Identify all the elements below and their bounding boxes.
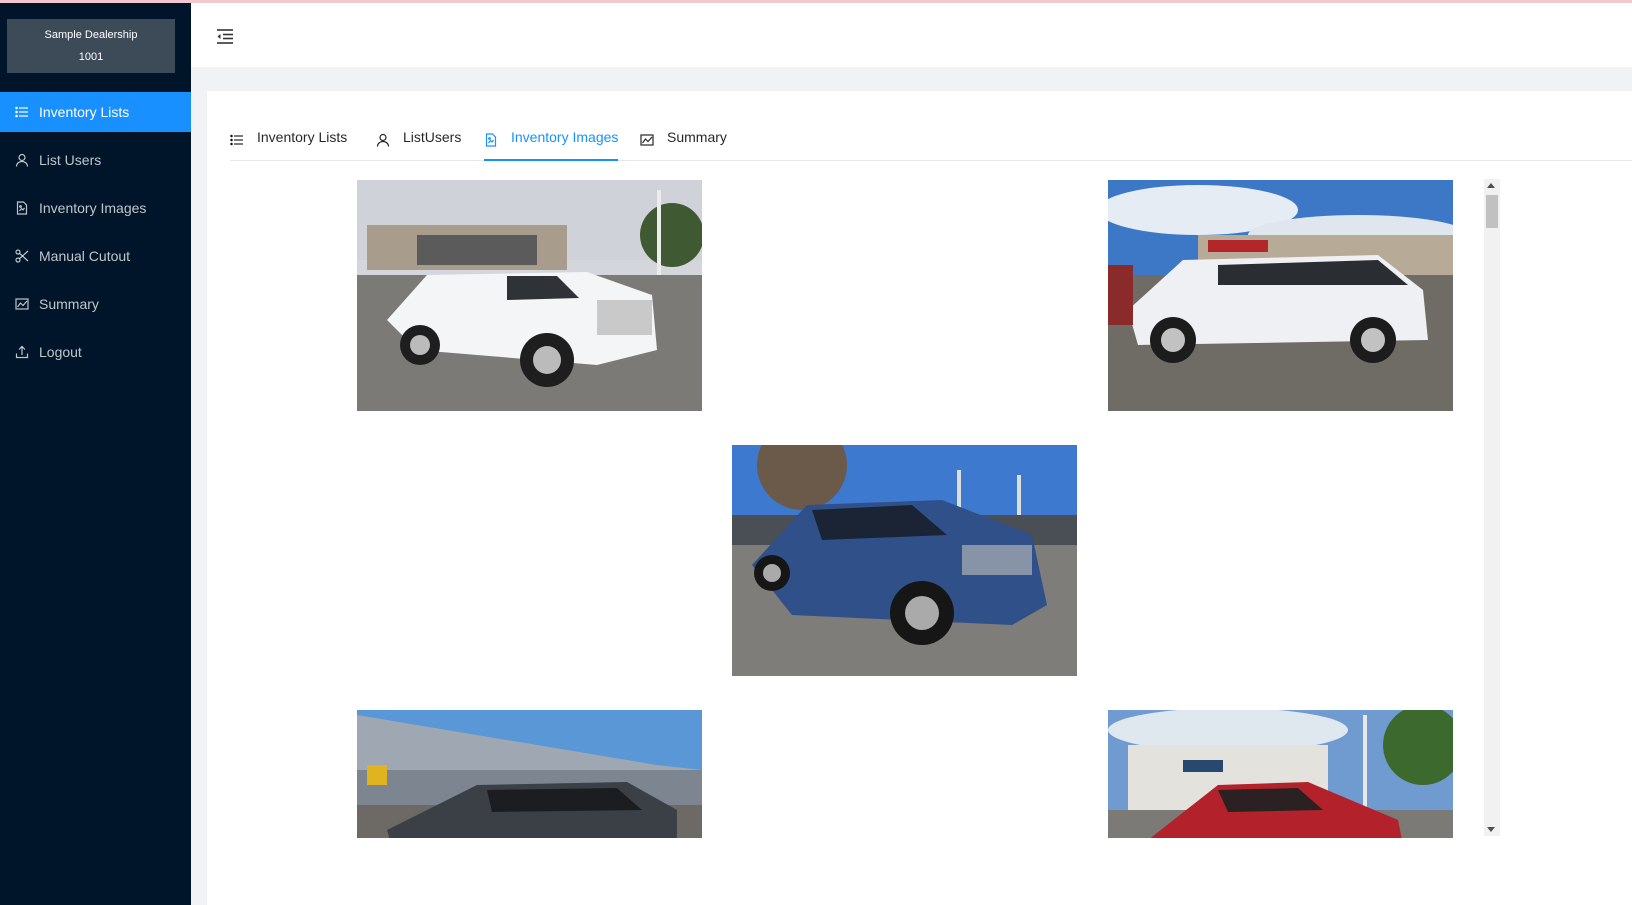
user-icon bbox=[376, 133, 390, 147]
scissor-icon bbox=[15, 249, 29, 263]
sidebar-item-label: Summary bbox=[39, 296, 99, 312]
tab-inventory-images[interactable]: Inventory Images bbox=[484, 129, 619, 161]
menu-fold-icon[interactable] bbox=[215, 27, 235, 45]
inventory-image[interactable] bbox=[732, 445, 1077, 676]
inventory-image[interactable] bbox=[1108, 710, 1453, 838]
tab-label: Inventory Images bbox=[511, 129, 619, 145]
sidebar-menu: Inventory Lists List Users Inventory Ima… bbox=[0, 92, 191, 380]
app-header bbox=[191, 3, 1632, 67]
logout-icon bbox=[15, 345, 29, 359]
sidebar-item-label: List Users bbox=[39, 152, 102, 168]
top-accent-line bbox=[0, 0, 1632, 3]
line-chart-icon bbox=[15, 297, 29, 311]
line-chart-icon bbox=[640, 133, 654, 147]
tab-bar: Inventory Lists ListUsers Inventory Imag… bbox=[230, 129, 1632, 161]
sidebar-item-label: Inventory Images bbox=[39, 200, 147, 216]
scroll-down-arrow-icon[interactable] bbox=[1487, 827, 1495, 832]
scroll-thumb[interactable] bbox=[1486, 195, 1498, 228]
sidebar-item-label: Logout bbox=[39, 344, 82, 360]
sidebar-item-logout[interactable]: Logout bbox=[0, 332, 191, 372]
file-image-icon bbox=[15, 201, 29, 215]
dealership-badge: Sample Dealership 1001 bbox=[7, 19, 175, 73]
user-icon bbox=[15, 153, 29, 167]
tab-label: Summary bbox=[667, 129, 727, 145]
list-icon bbox=[230, 133, 244, 147]
sidebar-item-list-users[interactable]: List Users bbox=[0, 140, 191, 180]
tab-list-users[interactable]: ListUsers bbox=[376, 129, 461, 161]
scroll-up-arrow-icon[interactable] bbox=[1487, 183, 1495, 188]
sidebar: Sample Dealership 1001 Inventory Lists L… bbox=[0, 0, 191, 905]
inventory-image[interactable] bbox=[357, 180, 702, 411]
tab-label: ListUsers bbox=[403, 129, 462, 145]
list-icon bbox=[15, 105, 29, 119]
sidebar-item-inventory-images[interactable]: Inventory Images bbox=[0, 188, 191, 228]
tab-inventory-lists[interactable]: Inventory Lists bbox=[230, 129, 347, 161]
image-gallery bbox=[357, 180, 1469, 838]
sidebar-item-summary[interactable]: Summary bbox=[0, 284, 191, 324]
gallery-scrollbar[interactable] bbox=[1484, 179, 1500, 836]
sidebar-item-label: Inventory Lists bbox=[39, 104, 130, 120]
inventory-image[interactable] bbox=[357, 710, 702, 838]
file-image-icon bbox=[484, 133, 498, 147]
sidebar-item-inventory-lists[interactable]: Inventory Lists bbox=[0, 92, 191, 132]
dealership-id: 1001 bbox=[78, 51, 104, 63]
main-content: Inventory Lists ListUsers Inventory Imag… bbox=[207, 91, 1632, 905]
tab-summary[interactable]: Summary bbox=[640, 129, 727, 161]
sidebar-item-label: Manual Cutout bbox=[39, 248, 131, 264]
inventory-image[interactable] bbox=[1108, 180, 1453, 411]
dealership-name: Sample Dealership bbox=[44, 29, 138, 41]
sidebar-item-manual-cutout[interactable]: Manual Cutout bbox=[0, 236, 191, 276]
tab-label: Inventory Lists bbox=[257, 129, 348, 145]
